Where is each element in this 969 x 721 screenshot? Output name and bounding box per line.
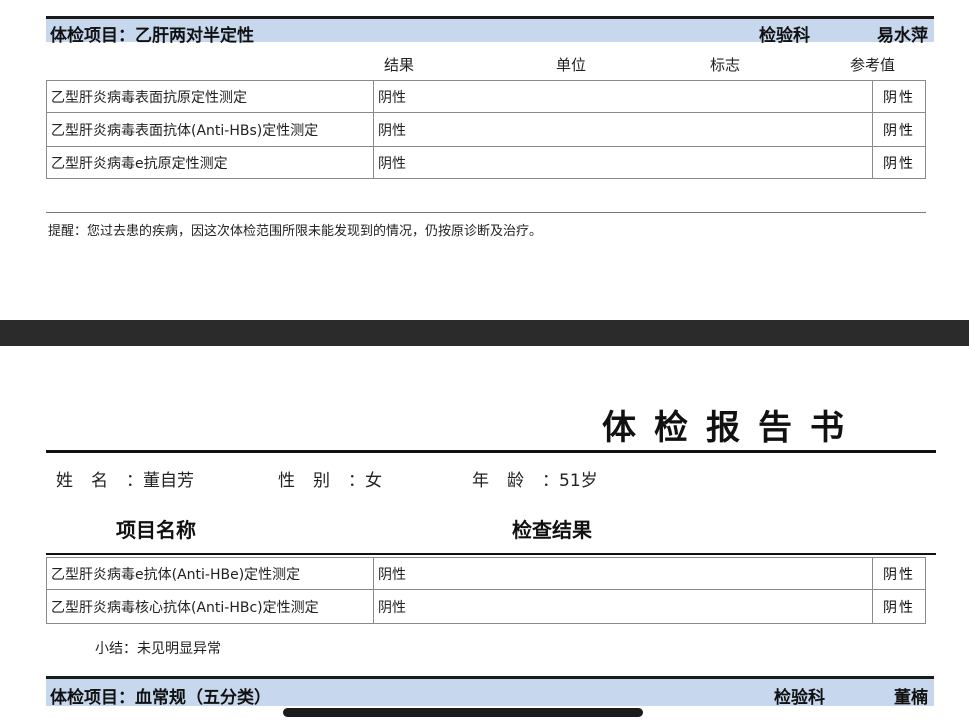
- section-header-hepatitis: 体检项目：乙肝两对半定性 检验科 易水萍: [46, 16, 934, 46]
- patient-name-field: 姓名：董自芳: [56, 471, 194, 491]
- name-label: 姓名: [56, 471, 126, 491]
- page-divider: [0, 320, 969, 346]
- test-name: 乙型肝炎病毒表面抗体(Anti-HBs)定性测定: [46, 112, 374, 147]
- patient-age: 51岁: [559, 471, 598, 491]
- test-name: 乙型肝炎病毒e抗体(Anti-HBe)定性测定: [46, 557, 374, 590]
- title-rule: [46, 450, 936, 453]
- gender-label: 性别: [278, 471, 348, 491]
- header-rule: [46, 553, 936, 555]
- summary-text: 小结：未见明显异常: [95, 641, 221, 657]
- column-header-unit: 单位: [556, 56, 587, 74]
- home-indicator-bar[interactable]: [283, 708, 643, 717]
- test-result: 阴性: [373, 589, 873, 624]
- table-row: 乙型肝炎病毒表面抗体(Anti-HBs)定性测定 阴性 阴性: [46, 112, 926, 147]
- report-title: 体检报告书: [602, 408, 862, 448]
- column-header-result: 结果: [384, 56, 415, 74]
- test-result: 阴性: [373, 112, 873, 147]
- age-label: 年龄: [472, 471, 542, 491]
- test-name: 乙型肝炎病毒表面抗原定性测定: [46, 80, 374, 113]
- column-header-reference: 参考值: [850, 56, 896, 74]
- item-name-header: 项目名称: [116, 518, 196, 542]
- reference-value: 阴性: [872, 112, 926, 147]
- test-result: 阴性: [373, 80, 873, 113]
- department-label: 检验科: [774, 688, 825, 706]
- test-name: 乙型肝炎病毒e抗原定性测定: [46, 146, 374, 179]
- reminder-text: 提醒：您过去患的疾病，因这次体检范围所限未能发现到的情况，仍按原诊断及治疗。: [48, 224, 543, 239]
- reference-value: 阴性: [872, 80, 926, 113]
- results-table-2: 乙型肝炎病毒e抗体(Anti-HBe)定性测定 阴性 阴性 乙型肝炎病毒核心抗体…: [46, 557, 926, 624]
- reference-value: 阴性: [872, 589, 926, 624]
- table-row: 乙型肝炎病毒e抗体(Anti-HBe)定性测定 阴性 阴性: [46, 557, 926, 590]
- patient-gender: 女: [365, 471, 382, 491]
- check-result-header: 检查结果: [512, 518, 592, 542]
- section-title: 体检项目：血常规（五分类）: [50, 688, 271, 706]
- column-header-flag: 标志: [710, 56, 741, 74]
- section-header-blood-routine: 体检项目：血常规（五分类） 检验科 董楠: [46, 676, 934, 706]
- test-result: 阴性: [373, 557, 873, 590]
- test-result: 阴性: [373, 146, 873, 179]
- table-row: 乙型肝炎病毒e抗原定性测定 阴性 阴性: [46, 146, 926, 179]
- table-row: 乙型肝炎病毒表面抗原定性测定 阴性 阴性: [46, 80, 926, 113]
- section-title: 体检项目：乙肝两对半定性: [50, 26, 254, 46]
- reference-value: 阴性: [872, 146, 926, 179]
- reference-value: 阴性: [872, 557, 926, 590]
- test-name: 乙型肝炎病毒核心抗体(Anti-HBc)定性测定: [46, 589, 374, 624]
- results-table-1: 乙型肝炎病毒表面抗原定性测定 阴性 阴性 乙型肝炎病毒表面抗体(Anti-HBs…: [46, 80, 926, 179]
- patient-age-field: 年龄：51岁: [472, 471, 598, 491]
- table-row: 乙型肝炎病毒核心抗体(Anti-HBc)定性测定 阴性 阴性: [46, 589, 926, 624]
- document-page: 体检项目：乙肝两对半定性 检验科 易水萍 结果 单位 标志 参考值 乙型肝炎病毒…: [0, 0, 969, 721]
- patient-name: 董自芳: [143, 471, 194, 491]
- department-label: 检验科: [759, 26, 810, 46]
- doctor-name: 董楠: [894, 688, 928, 706]
- patient-gender-field: 性别：女: [278, 471, 382, 491]
- separator-line: [46, 212, 926, 213]
- doctor-name: 易水萍: [877, 26, 928, 46]
